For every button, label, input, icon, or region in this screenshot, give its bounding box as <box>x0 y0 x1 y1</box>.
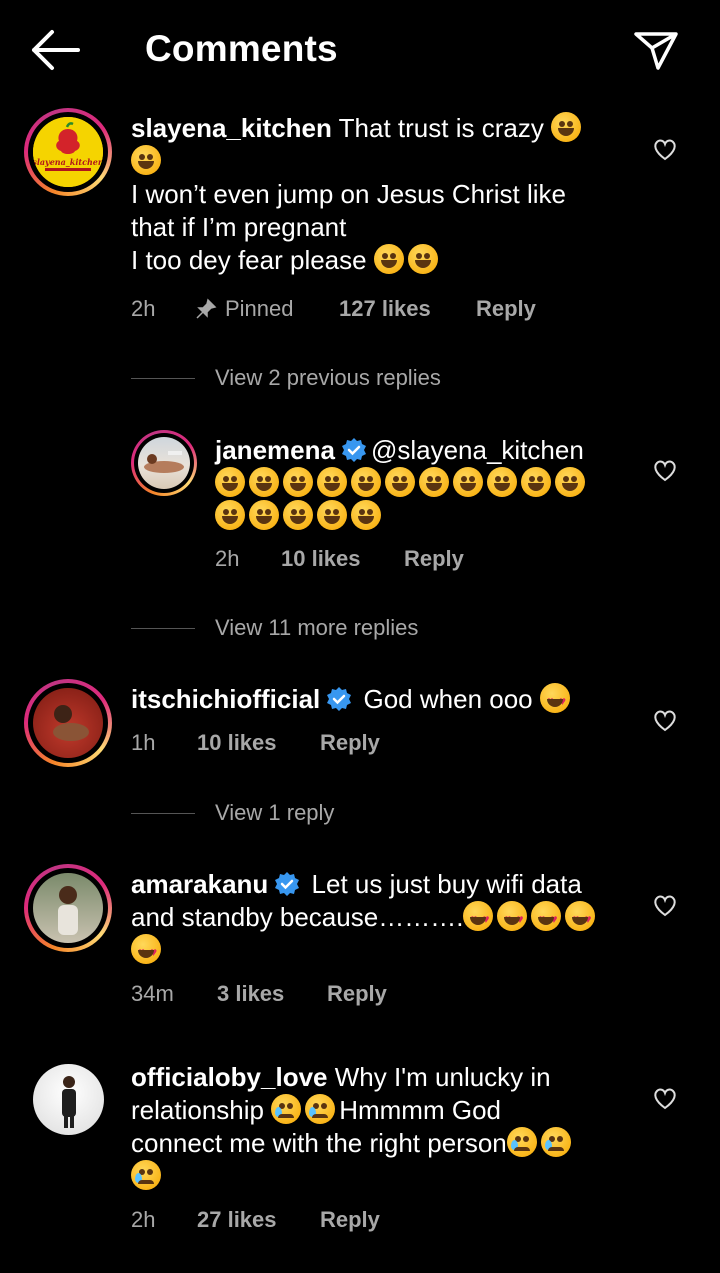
mention[interactable]: @slayena_kitchen <box>371 435 584 465</box>
comment-meta: 34m 3 likes Reply <box>131 981 387 1007</box>
crying-emoji <box>131 1160 161 1190</box>
avatar-photo <box>144 451 184 473</box>
comment-meta: 1h 10 likes Reply <box>131 730 380 756</box>
heart-icon[interactable] <box>652 893 678 917</box>
heart-eyes-emoji <box>565 901 596 936</box>
likes-count[interactable]: 10 likes <box>281 546 404 572</box>
comment-username[interactable]: officialoby_love <box>131 1062 328 1092</box>
avatar-photo <box>53 705 89 741</box>
comment-username[interactable]: slayena_kitchen <box>131 113 332 143</box>
view-replies[interactable]: View 1 reply <box>131 800 334 826</box>
logo-text: slayena_kitchen <box>33 157 103 167</box>
comment-text: amarakanu Let us just buy wifi data and … <box>131 868 611 969</box>
send-icon[interactable] <box>632 28 680 72</box>
heart-icon[interactable] <box>652 708 678 732</box>
comment-time: 34m <box>131 981 174 1006</box>
joy-emoji <box>373 244 404 274</box>
crying-emoji <box>271 1094 302 1124</box>
comment-username[interactable]: amarakanu <box>131 869 268 899</box>
comment-body: Why I'm unlucky in <box>334 1062 551 1092</box>
comment-body: God when ooo <box>363 684 533 714</box>
pinned-label: Pinned <box>225 296 294 321</box>
joy-emoji <box>407 244 438 274</box>
verified-badge-icon <box>341 438 366 462</box>
comment-meta: 2h 10 likes Reply <box>215 546 464 572</box>
heart-eyes-emoji <box>531 901 562 936</box>
view-replies-label[interactable]: View 2 previous replies <box>215 365 441 391</box>
logo-image: slayena_kitchen <box>33 117 103 187</box>
heart-eyes-emoji <box>539 683 570 718</box>
comment-body: relationship <box>131 1095 264 1125</box>
back-arrow-icon[interactable] <box>30 28 82 72</box>
view-replies[interactable]: View 2 previous replies <box>131 365 441 391</box>
reply-button[interactable]: Reply <box>320 1207 380 1233</box>
heart-icon[interactable] <box>652 137 678 161</box>
divider <box>131 812 195 814</box>
crying-emoji <box>540 1127 571 1157</box>
reply-text: janemena @slayena_kitchen <box>215 434 615 533</box>
comment-text: itschichiofficial God when ooo <box>131 683 611 718</box>
comment-body: That trust is crazy <box>338 113 544 143</box>
comment-meta: 2h 27 likes Reply <box>131 1207 380 1233</box>
comment-body: connect me with the right person <box>131 1128 507 1158</box>
rofl-emoji <box>551 112 582 142</box>
reply-button[interactable]: Reply <box>476 296 536 322</box>
pin-icon <box>196 298 217 319</box>
heart-eyes-emoji <box>497 901 528 936</box>
comment-body: that if I’m pregnant <box>131 212 347 242</box>
heart-icon[interactable] <box>652 1086 678 1110</box>
likes-count[interactable]: 127 likes <box>339 296 476 322</box>
comment-time: 2h <box>215 546 240 571</box>
likes-count[interactable]: 10 likes <box>197 730 320 756</box>
avatar-photo <box>62 1076 76 1128</box>
avatar[interactable] <box>24 864 112 952</box>
avatar[interactable]: slayena_kitchen <box>24 108 112 196</box>
comment-time: 2h <box>131 1207 156 1232</box>
heart-icon[interactable] <box>652 458 678 482</box>
reply-button[interactable]: Reply <box>404 546 464 572</box>
rofl-emoji <box>131 145 161 175</box>
heart-eyes-emoji <box>463 901 494 936</box>
view-replies-label[interactable]: View 1 reply <box>215 800 334 826</box>
emoji-row <box>215 500 385 531</box>
view-replies[interactable]: View 11 more replies <box>131 615 418 641</box>
comment-body: I too dey fear please <box>131 245 367 275</box>
heart-eyes-emoji <box>131 934 161 969</box>
crying-emoji <box>305 1094 336 1124</box>
header: Comments <box>0 0 720 100</box>
comment-text: slayena_kitchen That trust is crazy I wo… <box>131 112 611 277</box>
verified-badge-icon <box>327 687 352 711</box>
reply-button[interactable]: Reply <box>320 730 380 756</box>
page-title: Comments <box>145 28 338 69</box>
comment-username[interactable]: itschichiofficial <box>131 684 320 714</box>
likes-count[interactable]: 3 likes <box>217 981 327 1007</box>
comment-body: I won’t even jump on Jesus Christ like <box>131 179 566 209</box>
comment-body: Let us just buy wifi data <box>311 869 582 899</box>
view-replies-label[interactable]: View 11 more replies <box>215 615 418 641</box>
avatar[interactable] <box>24 679 112 767</box>
likes-count[interactable]: 27 likes <box>197 1207 320 1233</box>
comment-text: officialoby_love Why I'm unlucky in rela… <box>131 1061 611 1193</box>
reply-button[interactable]: Reply <box>327 981 387 1007</box>
avatar-photo <box>58 886 78 935</box>
emoji-row <box>215 467 589 498</box>
verified-badge-icon <box>275 872 300 896</box>
comment-time: 2h <box>131 296 156 321</box>
divider <box>131 377 195 379</box>
comment-body: Hmmmm God <box>339 1095 501 1125</box>
comment-time: 1h <box>131 730 156 755</box>
avatar[interactable] <box>131 430 197 496</box>
comment-meta: 2h Pinned 127 likes Reply <box>131 296 536 322</box>
comment-username[interactable]: janemena <box>215 435 335 465</box>
divider <box>131 627 195 629</box>
comment-body: and standby because………. <box>131 902 464 932</box>
crying-emoji <box>506 1127 537 1157</box>
avatar[interactable] <box>33 1064 104 1135</box>
